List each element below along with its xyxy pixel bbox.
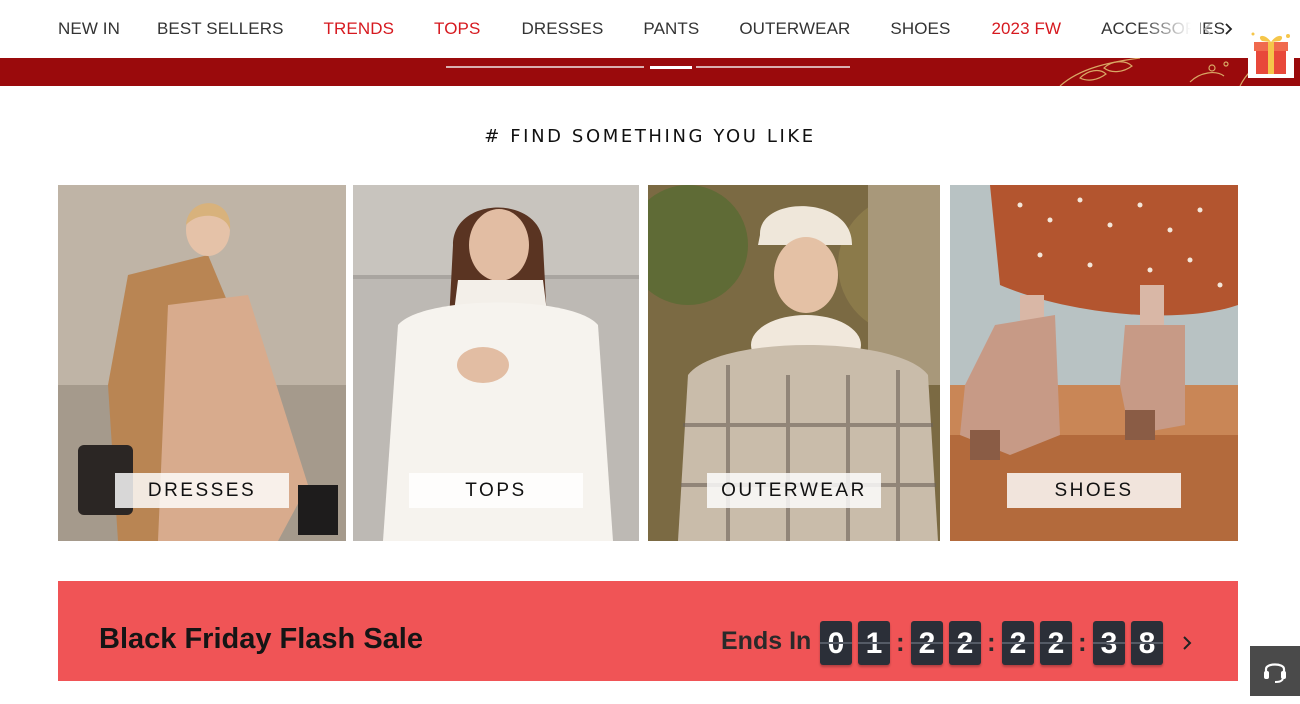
- category-tile-tops[interactable]: TOPS: [353, 185, 639, 541]
- chevron-left-icon[interactable]: [1201, 22, 1215, 36]
- chevron-right-icon[interactable]: [1221, 22, 1235, 36]
- chevron-right-icon[interactable]: [1180, 635, 1194, 651]
- flash-sale-title: Black Friday Flash Sale: [99, 623, 423, 655]
- countdown-separator: :: [896, 627, 905, 657]
- top-navigation: NEW IN BEST SELLERS TRENDS TOPS DRESSES …: [0, 0, 1300, 58]
- nav-item-outerwear[interactable]: OUTERWEAR: [739, 19, 850, 39]
- section-title: # FIND SOMETHING YOU LIKE: [484, 126, 816, 147]
- carousel-dot-2[interactable]: [650, 65, 692, 69]
- nav-fade-overlay: [1140, 0, 1200, 58]
- nav-item-trends[interactable]: TRENDS: [324, 19, 395, 39]
- countdown-separator: :: [987, 627, 996, 657]
- nav-item-pants[interactable]: PANTS: [643, 19, 699, 39]
- category-label-outerwear: OUTERWEAR: [707, 473, 881, 508]
- carousel-dot-1[interactable]: [446, 66, 644, 68]
- category-tile-outerwear[interactable]: OUTERWEAR: [648, 185, 940, 541]
- promo-banner-strip[interactable]: [0, 58, 1300, 86]
- countdown-seconds-digit-2: 8: [1131, 621, 1163, 665]
- category-nav-list: NEW IN BEST SELLERS TRENDS TOPS DRESSES …: [58, 0, 1225, 58]
- nav-item-2023-fw[interactable]: 2023 FW: [991, 19, 1061, 39]
- flash-sale-banner[interactable]: Black Friday Flash Sale Ends In 0 1 : 2 …: [58, 581, 1238, 681]
- countdown-hours-digit-2: 2: [949, 621, 981, 665]
- countdown-days-digit-1: 0: [820, 621, 852, 665]
- carousel-dot-3[interactable]: [696, 66, 850, 68]
- nav-item-dresses[interactable]: DRESSES: [521, 19, 603, 39]
- countdown-days-digit-2: 1: [858, 621, 890, 665]
- category-tile-dresses[interactable]: DRESSES: [58, 185, 346, 541]
- nav-item-best-sellers[interactable]: BEST SELLERS: [157, 19, 284, 39]
- gift-box-icon[interactable]: [1248, 28, 1294, 78]
- carousel-indicators: [446, 65, 850, 69]
- countdown-minutes-digit-2: 2: [1040, 621, 1072, 665]
- customer-support-button[interactable]: [1250, 646, 1300, 696]
- countdown-seconds-digit-1: 3: [1093, 621, 1125, 665]
- ends-in-label: Ends In: [721, 627, 812, 655]
- countdown-minutes-digit-1: 2: [1002, 621, 1034, 665]
- countdown-separator: :: [1078, 627, 1087, 657]
- nav-item-shoes[interactable]: SHOES: [890, 19, 950, 39]
- nav-item-new-in[interactable]: NEW IN: [58, 19, 120, 39]
- headset-icon: [1264, 663, 1286, 683]
- category-label-dresses: DRESSES: [115, 473, 289, 508]
- nav-item-tops[interactable]: TOPS: [434, 19, 480, 39]
- category-tile-shoes[interactable]: SHOES: [950, 185, 1238, 541]
- category-label-tops: TOPS: [409, 473, 583, 508]
- category-label-shoes: SHOES: [1007, 473, 1181, 508]
- countdown-hours-digit-1: 2: [911, 621, 943, 665]
